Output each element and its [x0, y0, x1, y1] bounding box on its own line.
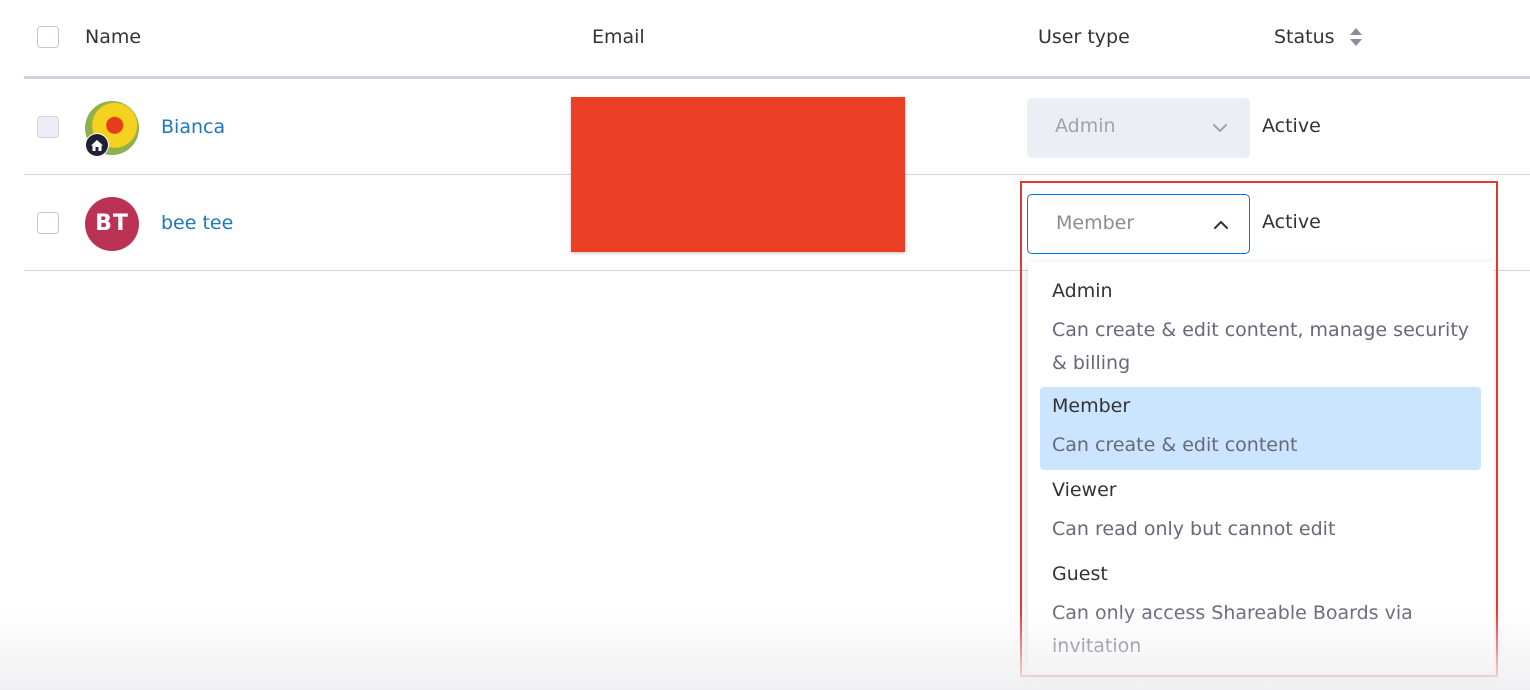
chevron-up-icon[interactable]: [1212, 216, 1230, 234]
avatar-initials: BT: [85, 197, 139, 251]
user-type-select[interactable]: Member: [1027, 194, 1250, 254]
dropdown-option-guest[interactable]: Guest Can only access Shareable Boards v…: [1040, 555, 1481, 670]
option-title: Viewer: [1052, 479, 1117, 501]
dropdown-option-member[interactable]: Member Can create & edit content: [1040, 387, 1481, 470]
user-name-link[interactable]: bee tee: [161, 212, 233, 234]
user-type-value: Admin: [1055, 115, 1116, 137]
select-all-checkbox[interactable]: [37, 26, 59, 48]
dropdown-option-admin[interactable]: Admin Can create & edit content, manage …: [1040, 272, 1481, 382]
user-type-value: Member: [1056, 212, 1135, 234]
row-checkbox: [37, 116, 59, 138]
option-description: Can only access Shareable Boards via inv…: [1052, 602, 1413, 657]
status-text: Active: [1262, 211, 1321, 233]
column-header-status[interactable]: Status: [1274, 24, 1335, 50]
sort-icon[interactable]: [1349, 27, 1363, 47]
option-title: Guest: [1052, 563, 1108, 585]
dropdown-option-viewer[interactable]: Viewer Can read only but cannot edit: [1040, 471, 1481, 554]
option-description: Can create & edit content, manage securi…: [1052, 319, 1470, 374]
option-title: Member: [1052, 395, 1131, 417]
option-description: Can read only but cannot edit: [1052, 518, 1336, 540]
email-redaction: [571, 97, 905, 252]
avatar: BT: [85, 197, 139, 251]
avatar: [85, 101, 139, 157]
column-header-email[interactable]: Email: [592, 24, 645, 50]
users-table-page: Name Email User type Status Bianca Admin…: [0, 0, 1530, 690]
option-title: Admin: [1052, 280, 1113, 302]
row-checkbox[interactable]: [37, 212, 59, 234]
home-icon: [85, 133, 109, 157]
chevron-down-icon: [1213, 124, 1227, 132]
user-type-dropdown-menu: Admin Can create & edit content, manage …: [1028, 262, 1494, 674]
status-text: Active: [1262, 115, 1321, 137]
option-description: Can create & edit content: [1052, 434, 1298, 456]
column-header-user-type[interactable]: User type: [1038, 24, 1130, 50]
user-name-link[interactable]: Bianca: [161, 116, 225, 138]
column-header-name[interactable]: Name: [85, 24, 141, 50]
table-header: Name Email User type Status: [24, 0, 1530, 79]
user-type-select: Admin: [1027, 98, 1250, 158]
